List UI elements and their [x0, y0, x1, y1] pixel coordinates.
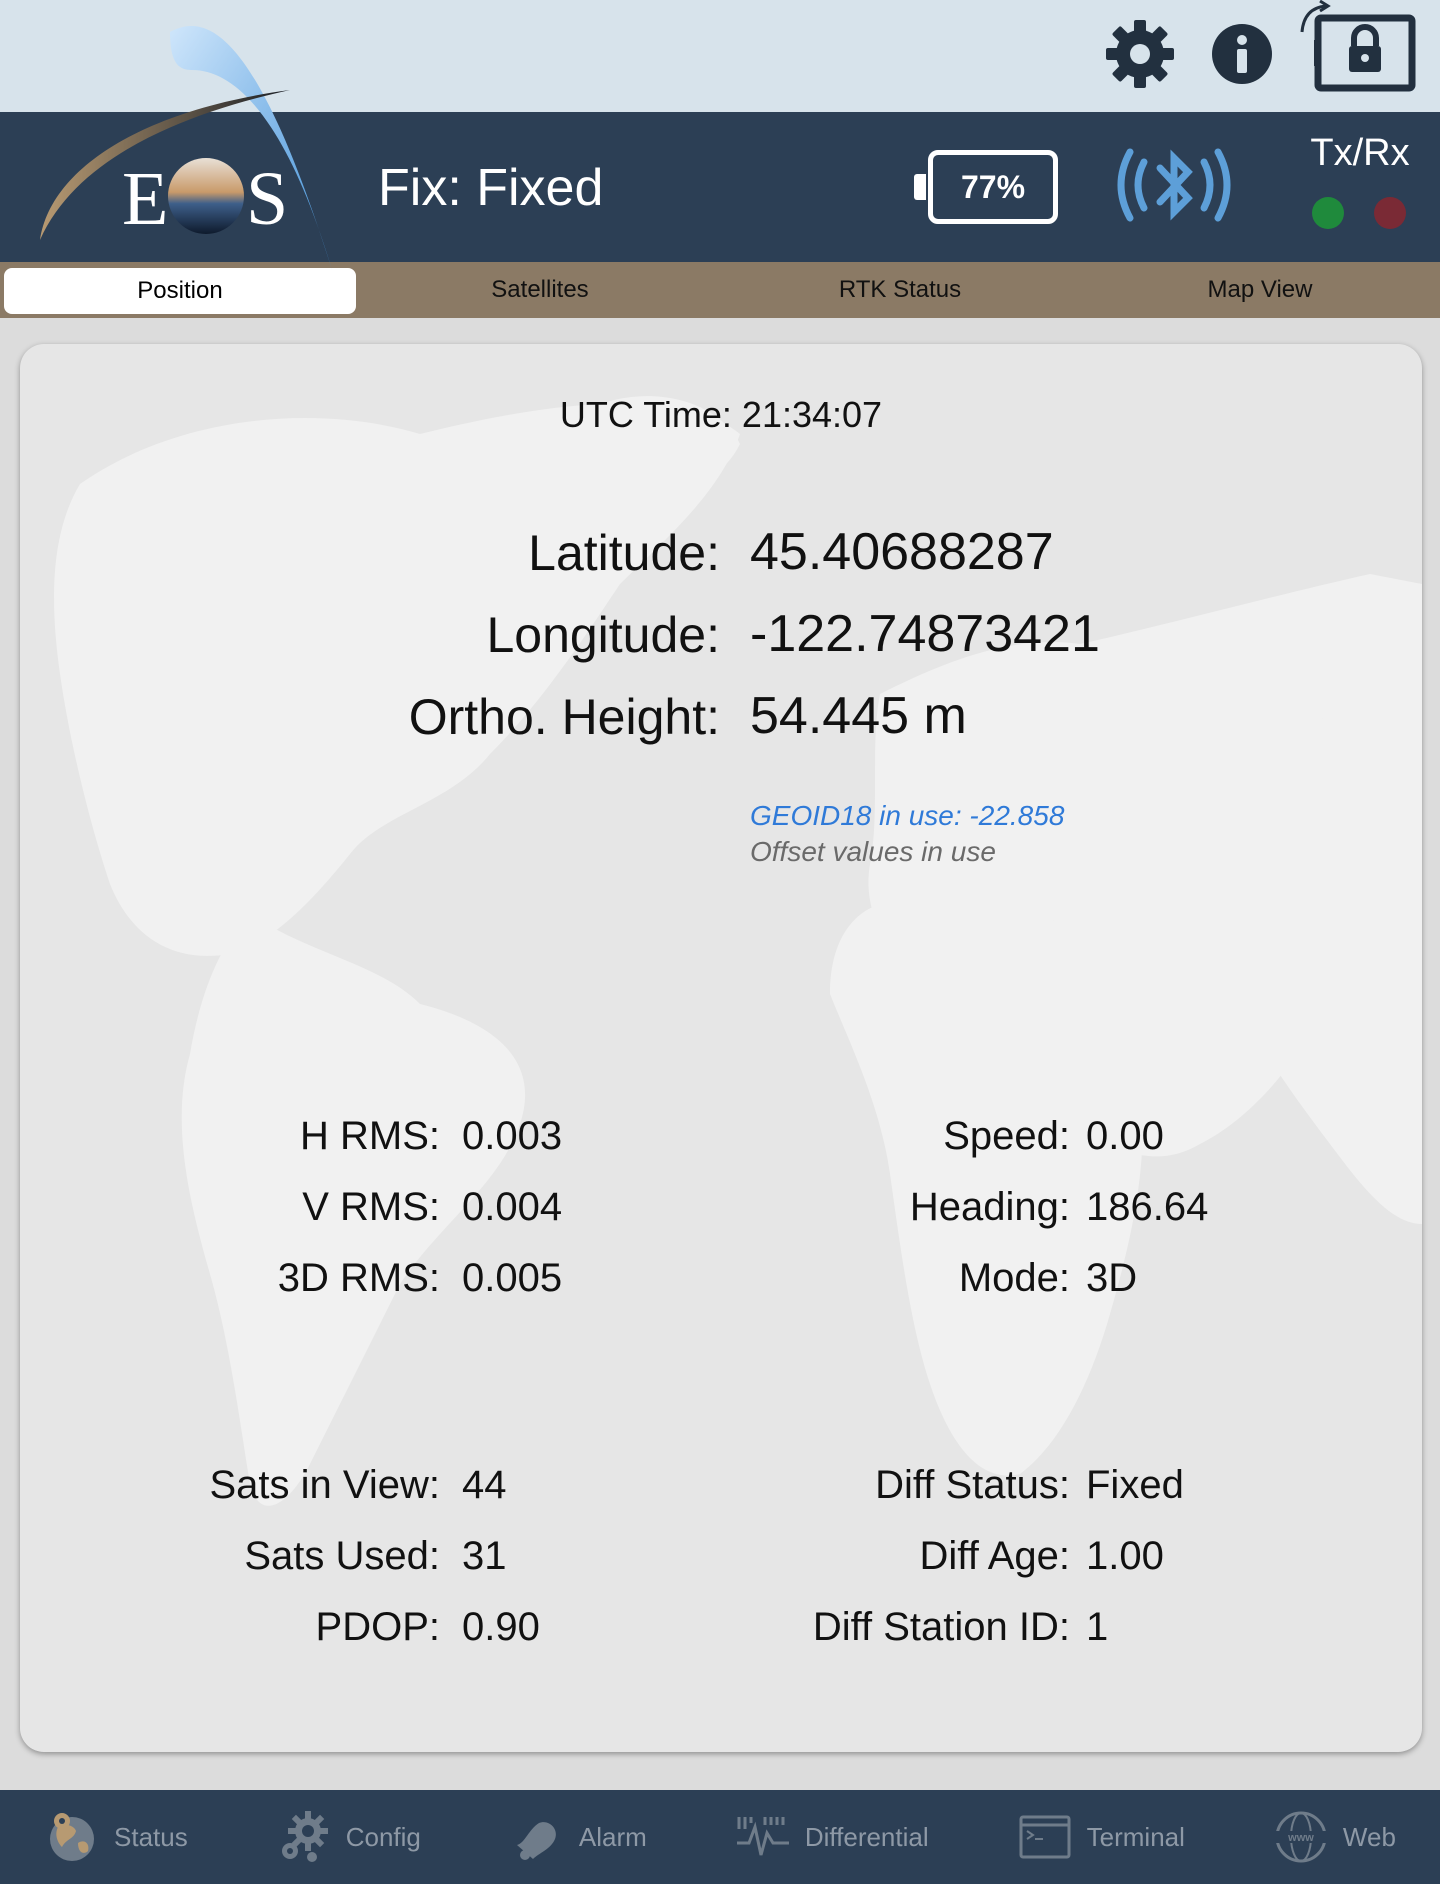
- nav-terminal[interactable]: Terminal: [1017, 1809, 1185, 1865]
- nav-differential-label: Differential: [804, 1821, 929, 1852]
- txrx-label: Tx/Rx: [1310, 132, 1410, 174]
- height-label: Ortho. Height:: [408, 689, 720, 745]
- pdop-value: 0.90: [462, 1605, 540, 1649]
- v-rms-label: V RMS:: [302, 1185, 440, 1229]
- nav-status[interactable]: Status: [44, 1809, 188, 1865]
- tab-satellites[interactable]: Satellites: [360, 262, 720, 318]
- diff-status-label: Diff Status:: [875, 1463, 1070, 1507]
- latitude-value-wrap: 45.40688287: [750, 522, 1390, 592]
- sats-in-view-label: Sats in View:: [209, 1463, 441, 1507]
- position-panel: UTC Time: 21:34:07 Latitude: 45.40688287…: [20, 344, 1422, 1752]
- terminal-icon: [1019, 1815, 1071, 1859]
- tab-map-view[interactable]: Map View: [1080, 262, 1440, 318]
- nav-web[interactable]: www Web: [1273, 1809, 1396, 1865]
- battery-level: 77%: [928, 150, 1058, 224]
- battery-nub: [914, 174, 926, 200]
- heading-value: 186.64: [1086, 1185, 1209, 1229]
- bottom-nav: Status Config Alarm Differential Termina…: [0, 1790, 1440, 1884]
- sats-in-view-value: 44: [462, 1463, 507, 1507]
- eos-logo: E S: [40, 26, 332, 271]
- h-rms-label: H RMS:: [300, 1114, 440, 1158]
- latitude-label: Latitude:: [528, 525, 720, 581]
- diff-station-id-label: Diff Station ID:: [812, 1605, 1070, 1649]
- tx-indicator: [1312, 197, 1344, 229]
- tab-rtk-status[interactable]: RTK Status: [720, 262, 1080, 318]
- h-rms-value: 0.003: [462, 1114, 563, 1158]
- geoid-note: GEOID18 in use: -22.858: [750, 800, 1065, 831]
- nav-alarm-label: Alarm: [578, 1821, 647, 1852]
- globe-icon: [50, 1813, 94, 1861]
- 3d-rms-value: 0.005: [462, 1256, 563, 1300]
- nav-alarm[interactable]: Alarm: [509, 1809, 647, 1865]
- nav-terminal-label: Terminal: [1086, 1821, 1185, 1852]
- pdop-label: PDOP:: [315, 1605, 440, 1649]
- offset-note: Offset values in use: [750, 836, 996, 867]
- fix-status: Fix: Fixed: [378, 159, 604, 217]
- longitude-value-wrap: -122.74873421: [750, 604, 1390, 674]
- diff-status-value: Fixed: [1086, 1463, 1184, 1507]
- bluetooth-connected-icon[interactable]: [1110, 144, 1238, 226]
- diff-age-value: 1.00: [1086, 1534, 1164, 1578]
- nav-config[interactable]: Config: [276, 1809, 421, 1865]
- nav-differential[interactable]: Differential: [735, 1809, 929, 1865]
- nav-web-label: Web: [1342, 1821, 1396, 1852]
- heading-label: Heading:: [909, 1185, 1070, 1229]
- logo-letter-e: E: [122, 157, 168, 241]
- info-icon[interactable]: [1208, 20, 1276, 88]
- nav-config-label: Config: [345, 1821, 421, 1852]
- longitude-value: -122.74873421: [750, 605, 1100, 663]
- bell-icon: [516, 1822, 556, 1860]
- mode-value: 3D: [1086, 1256, 1138, 1300]
- battery-indicator: 77%: [910, 148, 1060, 228]
- height-value: 54.445 m: [750, 687, 967, 745]
- www-icon: www: [1274, 1811, 1327, 1863]
- latitude-label-wrap: Latitude:: [20, 524, 720, 594]
- speed-value: 0.00: [1086, 1114, 1164, 1158]
- mode-label: Mode:: [958, 1256, 1070, 1300]
- speed-label: Speed:: [943, 1114, 1070, 1158]
- height-label-wrap: Ortho. Height:: [20, 688, 720, 758]
- gear-icon[interactable]: [1104, 18, 1176, 90]
- height-value-wrap: 54.445 m: [750, 686, 1390, 756]
- logo-letter-s: S: [246, 157, 288, 241]
- nav-status-label: Status: [114, 1821, 188, 1852]
- rotation-lock-icon[interactable]: [1300, 0, 1416, 96]
- longitude-label: Longitude:: [486, 607, 720, 663]
- rx-indicator: [1374, 197, 1406, 229]
- v-rms-value: 0.004: [462, 1185, 563, 1229]
- latitude-value: 45.40688287: [750, 523, 1054, 581]
- signal-icon: [736, 1817, 789, 1856]
- sats-used-value: 31: [462, 1534, 507, 1578]
- longitude-label-wrap: Longitude:: [20, 606, 720, 676]
- diff-station-id-value: 1: [1086, 1605, 1109, 1649]
- gears-icon: [281, 1811, 328, 1862]
- sats-used-label: Sats Used:: [244, 1534, 440, 1578]
- 3d-rms-label: 3D RMS:: [277, 1256, 440, 1300]
- www-glyph: www: [1287, 1832, 1314, 1844]
- diff-age-label: Diff Age:: [919, 1534, 1070, 1578]
- utc-time: UTC Time: 21:34:07: [559, 394, 883, 435]
